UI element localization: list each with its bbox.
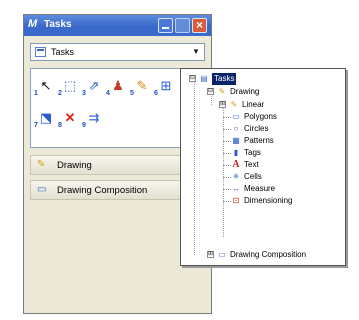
paint-icon[interactable]: ✎ 5 — [130, 77, 151, 97]
text-icon: A — [232, 159, 240, 170]
place-fence-icon[interactable]: ⬚ 2 — [58, 77, 79, 97]
tree-line — [223, 189, 231, 190]
tree-node-linear[interactable]: ⊞ ✎ Linear — [219, 99, 264, 111]
dimensioning-icon: ⊡ — [232, 196, 240, 205]
tags-icon: ▮ — [233, 148, 239, 157]
task-list-icon — [35, 47, 46, 57]
scale-icon[interactable]: ⬔ 7 — [34, 109, 55, 129]
tree-node-drawing[interactable]: ⊟ ✎ Drawing — [207, 86, 259, 98]
tree-line — [223, 153, 231, 154]
tree-node-dimensioning[interactable]: ⊡ Dimensioning — [231, 195, 293, 207]
tree-line — [223, 165, 231, 166]
tree-node-tasks[interactable]: ⊟ ▤ Tasks — [189, 73, 237, 85]
chevron-down-icon[interactable]: ▼ — [189, 45, 203, 59]
tree-line — [223, 129, 231, 130]
expand-icon[interactable]: ⊞ — [219, 101, 226, 109]
measure-icon: ↔ — [232, 184, 240, 193]
delete-icon[interactable]: ✕ 8 — [58, 109, 79, 129]
circles-icon: ○ — [233, 124, 239, 133]
tree-node-measure[interactable]: ↔ Measure — [231, 183, 275, 195]
tree-node-drawing-composition[interactable]: ⊞ ▭ Drawing Composition — [207, 249, 306, 261]
tree-line — [223, 117, 231, 118]
collapse-icon[interactable]: ⊟ — [189, 75, 196, 83]
tree-line — [194, 81, 195, 255]
task-dropdown-value: Tasks — [51, 47, 75, 57]
drawing-section-label: Drawing — [57, 160, 92, 171]
microstation-logo-icon: M — [28, 18, 38, 30]
tree-line — [223, 141, 231, 142]
tree-line — [223, 201, 231, 202]
drop-icon[interactable]: ⇉ 9 — [82, 109, 103, 129]
person-icon[interactable]: ♟ 4 — [106, 77, 127, 97]
tree-line — [223, 177, 231, 178]
task-list-icon: ▤ — [200, 74, 208, 83]
minimize-button[interactable] — [158, 18, 173, 33]
measure-icon[interactable]: ⊞ 6 — [154, 77, 175, 97]
composition-section-label: Drawing Composition — [57, 185, 148, 196]
tree-node-circles[interactable]: ○ Circles — [231, 123, 269, 135]
maximize-button[interactable] — [175, 18, 190, 33]
task-dropdown[interactable]: Tasks ▼ — [30, 43, 205, 61]
move-icon[interactable]: ⇗ 3 — [82, 77, 103, 97]
tree-node-polygons[interactable]: ▭ Polygons — [231, 111, 277, 123]
composition-icon: ▭ — [37, 184, 47, 195]
tree-node-text[interactable]: A Text — [231, 159, 258, 171]
close-button[interactable]: × — [192, 18, 207, 33]
drawing-pen-icon: ✎ — [37, 159, 46, 170]
collapse-icon[interactable]: ⊟ — [207, 88, 214, 96]
composition-icon: ▭ — [218, 250, 226, 259]
tree-node-cells[interactable]: ✳ Cells — [231, 171, 262, 183]
tree-line — [223, 105, 224, 237]
patterns-icon: ▦ — [232, 136, 240, 145]
window-title: Tasks — [44, 19, 72, 30]
polygons-icon: ▭ — [232, 112, 240, 121]
expand-icon[interactable]: ⊞ — [207, 251, 214, 259]
tree-node-tags[interactable]: ▮ Tags — [231, 147, 261, 159]
drawing-pen-icon: ✎ — [218, 87, 226, 96]
select-element-icon[interactable]: ↖ 1 — [34, 77, 55, 97]
cells-icon: ✳ — [232, 172, 240, 181]
title-bar[interactable]: M Tasks × — [24, 15, 211, 36]
linear-icon: ✎ — [230, 100, 238, 109]
tree-node-patterns[interactable]: ▦ Patterns — [231, 135, 274, 147]
tasks-tree: ⊟ ▤ Tasks ⊟ ✎ Drawing ⊞ ✎ Linear ▭ Polygons ○ Ci… — [180, 68, 346, 266]
